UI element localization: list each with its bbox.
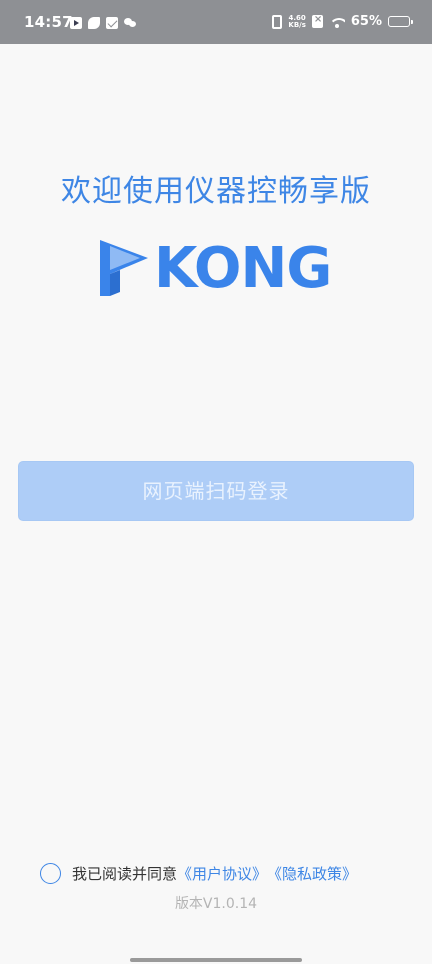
agreement-prefix: 我已阅读并同意	[72, 865, 178, 883]
wechat-icon	[124, 17, 136, 29]
notification-icons	[70, 17, 136, 29]
battery-icon	[388, 16, 413, 27]
status-time: 14:57	[24, 13, 73, 31]
leaf-app-icon	[88, 17, 100, 29]
agree-radio[interactable]	[40, 863, 61, 884]
network-speed-unit: KB/s	[288, 20, 306, 29]
agreement-row: 我已阅读并同意 《用户协议》 《隐私政策》	[40, 863, 357, 884]
kong-logo: KONG	[96, 236, 336, 300]
version-label: 版本V1.0.14	[174, 896, 258, 912]
home-indicator[interactable]	[130, 958, 302, 962]
logo-text: KONG	[154, 236, 332, 301]
web-qr-login-button[interactable]: 网页端扫码登录	[18, 461, 414, 521]
wifi-icon	[328, 16, 345, 28]
video-app-icon	[70, 17, 82, 29]
no-sim-icon	[311, 14, 323, 28]
battery-percent: 65%	[350, 14, 382, 29]
mail-icon	[106, 17, 118, 29]
network-speed: 4.60 KB/s	[288, 14, 306, 29]
user-agreement-link[interactable]: 《用户协议》	[177, 863, 267, 884]
vibrate-icon	[272, 14, 283, 29]
screen: 14:57 4.60 KB/s 65% 欢迎使用仪器控畅享版	[0, 0, 432, 964]
privacy-policy-link[interactable]: 《隐私政策》	[267, 863, 357, 884]
welcome-title: 欢迎使用仪器控畅享版	[61, 174, 371, 209]
logo-mark-icon	[100, 240, 148, 296]
status-bar: 14:57 4.60 KB/s 65%	[0, 0, 432, 44]
status-right: 4.60 KB/s 65%	[272, 14, 413, 29]
